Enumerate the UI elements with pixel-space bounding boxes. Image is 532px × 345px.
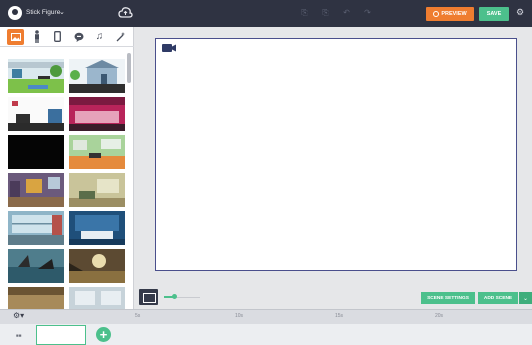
background-thumbnail-kitchen[interactable] bbox=[69, 135, 125, 169]
video-editor-app: Stick Figure ⌄ ⎘ ⎘ ↶ ↷ PREVIEW SAVE ⚙ ♫ … bbox=[0, 0, 532, 345]
background-thumbnail-shop[interactable] bbox=[69, 97, 125, 131]
timeline-ruler[interactable]: 5s 10s 15s 20s bbox=[125, 309, 532, 324]
person-icon[interactable] bbox=[28, 29, 45, 45]
undo-icon[interactable]: ⎘ bbox=[300, 8, 309, 18]
magic-wand-icon[interactable] bbox=[112, 29, 129, 45]
redo-icon[interactable]: ↷ bbox=[363, 8, 372, 18]
background-thumbnail-harbor[interactable] bbox=[8, 287, 64, 309]
save-button[interactable]: SAVE bbox=[479, 7, 509, 21]
zoom-slider-handle[interactable] bbox=[172, 294, 177, 299]
timeline-settings-gear-icon[interactable]: ⚙▾ bbox=[13, 311, 24, 320]
background-thumbnail-office[interactable] bbox=[8, 211, 64, 245]
cloud-upload-icon[interactable] bbox=[118, 6, 133, 19]
scene-settings-label: SCENE SETTINGS bbox=[427, 295, 469, 301]
background-thumbnail-park[interactable] bbox=[8, 59, 64, 93]
library-scrollbar[interactable] bbox=[127, 53, 131, 83]
add-scene-plus-icon[interactable]: + bbox=[96, 327, 111, 342]
save-button-label: SAVE bbox=[486, 11, 502, 17]
background-thumbnail-black[interactable] bbox=[8, 135, 64, 169]
ruler-tick-label: 15s bbox=[335, 313, 344, 319]
background-thumbnail-night-beach[interactable] bbox=[69, 249, 125, 283]
camera-icon[interactable] bbox=[162, 44, 176, 52]
add-scene-button[interactable]: ADD SCENE bbox=[478, 292, 518, 304]
cut-icon[interactable]: ⎘ bbox=[321, 8, 330, 18]
background-thumbnail-room-white[interactable] bbox=[8, 97, 64, 131]
app-logo-icon[interactable] bbox=[8, 6, 22, 20]
category-tabs: ♫ bbox=[0, 27, 134, 47]
top-bar: Stick Figure ⌄ ⎘ ⎘ ↶ ↷ PREVIEW SAVE ⚙ bbox=[0, 0, 532, 27]
phone-icon[interactable] bbox=[49, 29, 66, 45]
background-thumbnail-house[interactable] bbox=[69, 59, 125, 93]
scene-settings-button[interactable]: SCENE SETTINGS bbox=[421, 292, 475, 304]
asset-library-panel: ♫ bbox=[0, 27, 134, 309]
music-icon[interactable]: ♫ bbox=[91, 29, 108, 45]
settings-gear-icon[interactable]: ⚙ bbox=[516, 7, 524, 18]
scene-canvas[interactable] bbox=[155, 38, 517, 271]
chevron-down-icon[interactable]: ⌄ bbox=[519, 292, 532, 304]
scene-track-icon: ■■ bbox=[16, 333, 22, 338]
preview-button-label: PREVIEW bbox=[441, 11, 467, 17]
preview-button[interactable]: PREVIEW bbox=[426, 7, 474, 21]
background-thumbnail-pirate-sea[interactable] bbox=[8, 249, 64, 283]
background-thumbnail-bathroom[interactable] bbox=[69, 211, 125, 245]
ruler-tick-label: 10s bbox=[235, 313, 244, 319]
speech-bubble-icon[interactable] bbox=[70, 29, 87, 45]
ruler-tick-label: 5s bbox=[135, 313, 141, 319]
edit-toolbar: ⎘ ⎘ ↶ ↷ bbox=[300, 8, 372, 18]
aspect-ratio-button[interactable] bbox=[139, 289, 158, 305]
project-title[interactable]: Stick Figure bbox=[26, 9, 60, 16]
scene-thumbnail[interactable] bbox=[36, 325, 86, 345]
add-scene-label: ADD SCENE bbox=[483, 295, 513, 301]
play-circle-icon bbox=[433, 11, 440, 17]
background-thumbnail-livingroom[interactable] bbox=[69, 173, 125, 207]
copy-icon[interactable]: ↶ bbox=[342, 8, 351, 18]
chevron-down-icon[interactable]: ⌄ bbox=[59, 8, 65, 16]
background-thumbnail-bedroom[interactable] bbox=[8, 173, 64, 207]
image-icon[interactable] bbox=[7, 28, 24, 45]
background-thumbnail-cabin[interactable] bbox=[69, 287, 125, 309]
ruler-tick-label: 20s bbox=[435, 313, 444, 319]
